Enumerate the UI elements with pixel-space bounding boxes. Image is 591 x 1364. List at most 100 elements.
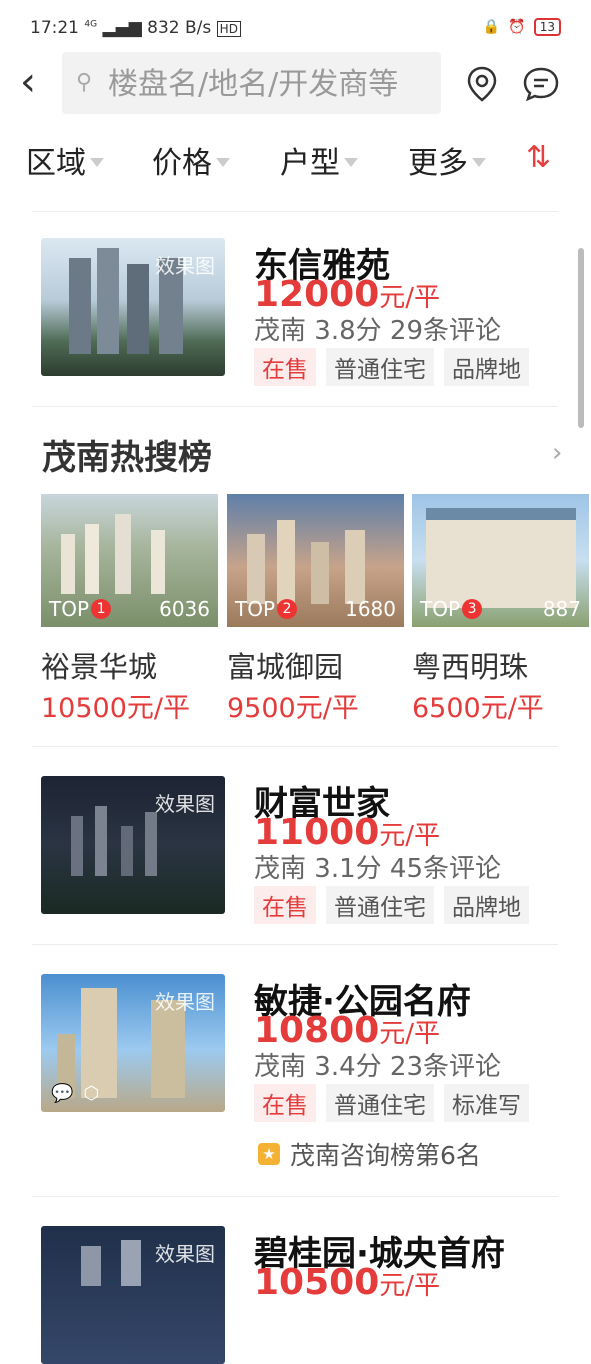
rank-number: 2 [277,599,298,619]
filter-more[interactable]: 更多 [408,138,486,182]
rank-badge[interactable]: ★ 茂南咨询榜第6名 [258,1136,481,1172]
filter-price[interactable]: 价格 [152,138,230,182]
listing-tags: 在售 普通住宅 品牌地 [254,886,529,924]
listing-price: 10800元/平 [254,1010,440,1051]
listing-city: 茂南 [254,854,307,884]
image-tag: 效果图 [155,792,215,816]
listing-reviews: 23条评论 [389,1052,501,1082]
tag-on-sale: 在售 [254,886,316,924]
search-box[interactable]: ⚲ [62,52,441,114]
listing-city: 茂南 [254,1052,307,1082]
chat-icon[interactable]: 💬 [51,1083,73,1104]
search-input[interactable] [106,62,440,106]
chevron-down-icon [216,157,230,167]
image-icons: 💬 ⬡ [51,1083,99,1104]
image-tag: 效果图 [155,1242,215,1266]
hot-name: 富城御园 [227,650,344,684]
scrollbar[interactable] [578,248,584,428]
hot-count: 6036 [159,597,210,621]
filter-label: 价格 [152,146,212,181]
tag-on-sale: 在售 [254,348,316,386]
listing-image: 效果图 💬 ⬡ [41,974,225,1112]
net-speed: 832 B/s [147,18,212,38]
listing-score: 3.8分 [314,316,382,346]
listing-tags: 在售 普通住宅 标准写 [254,1084,529,1122]
top-bar: ‹ ⚲ [0,52,591,114]
star-icon: ★ [258,1143,280,1165]
status-time: 17:21 [30,18,79,38]
hot-image: TOP 1 6036 [41,494,218,627]
hot-count: 1680 [345,597,396,621]
listing-meta: 茂南 3.1分 45条评论 [254,848,501,885]
filter-label: 更多 [408,146,468,181]
chevron-down-icon [472,157,486,167]
listing-price: 12000元/平 [254,274,440,315]
filter-layout[interactable]: 户型 [280,138,358,182]
rank-number: 3 [462,599,483,619]
top-label: TOP [49,597,90,621]
listing-score: 3.4分 [314,1052,382,1082]
divider [32,944,558,945]
filter-label: 区域 [26,146,86,181]
divider [32,1196,558,1197]
image-tag: 效果图 [155,254,215,278]
hd-icon: HD [216,21,241,37]
price-unit: 元/平 [379,1019,441,1049]
rank-number: 1 [91,599,112,619]
lock-icon: 🔒 [482,19,501,35]
chevron-down-icon [344,157,358,167]
status-bar: 17:21 4G ▂▄▆ 832 B/s HD 🔒 ⏰ 13 [0,0,591,58]
price-value: 11000 [254,812,380,853]
search-icon: ⚲ [76,70,93,95]
tag-brand: 品牌地 [444,886,529,924]
filter-bar: 区域 价格 户型 更多 ⇅ [0,138,591,184]
tag-office: 标准写 [444,1084,529,1122]
divider [32,211,558,212]
tag-type: 普通住宅 [326,886,434,924]
hot-count: 887 [542,597,581,621]
tag-type: 普通住宅 [326,348,434,386]
hot-price: 9500元/平 [227,693,359,724]
listing-city: 茂南 [254,316,307,346]
location-icon[interactable] [466,66,498,102]
tag-brand: 品牌地 [444,348,529,386]
hot-name: 裕景华城 [41,650,158,684]
signal-icon: ▂▄▆ [102,18,142,38]
filter-area[interactable]: 区域 [26,138,104,182]
hot-image: TOP 3 887 [412,494,589,627]
back-button[interactable]: ‹ [20,62,36,102]
network-type: 4G [84,19,98,30]
image-tag: 效果图 [155,990,215,1014]
3d-icon[interactable]: ⬡ [83,1083,99,1104]
listing-score: 3.1分 [314,854,382,884]
hot-rank: TOP 3 [420,597,483,621]
price-unit: 元/平 [379,821,441,851]
hot-image: TOP 2 1680 [227,494,404,627]
hot-search-title: 茂南热搜榜 [42,438,212,478]
listing-price: 10500元/平 [254,1262,440,1303]
tag-type: 普通住宅 [326,1084,434,1122]
listing-reviews: 29条评论 [389,316,501,346]
hot-rank: TOP 2 [235,597,298,621]
chevron-right-icon[interactable]: › [552,438,562,468]
price-value: 12000 [254,274,380,315]
chevron-down-icon [90,157,104,167]
battery-icon: 13 [533,18,561,36]
sort-icon[interactable]: ⇅ [526,140,551,175]
top-label: TOP [420,597,461,621]
status-right: 🔒 ⏰ 13 [483,18,561,36]
message-icon[interactable] [522,66,560,102]
divider [32,746,558,747]
listing-image: 效果图 [41,1226,225,1364]
status-left: 17:21 4G ▂▄▆ 832 B/s HD [30,18,241,38]
listing-image: 效果图 [41,238,225,376]
listing-meta: 茂南 3.4分 23条评论 [254,1046,501,1083]
top-label: TOP [235,597,276,621]
tag-on-sale: 在售 [254,1084,316,1122]
filter-label: 户型 [280,146,340,181]
listing-reviews: 45条评论 [389,854,501,884]
price-unit: 元/平 [379,283,441,313]
listing-tags: 在售 普通住宅 品牌地 [254,348,529,386]
price-value: 10500 [254,1262,380,1303]
price-value: 10800 [254,1010,380,1051]
